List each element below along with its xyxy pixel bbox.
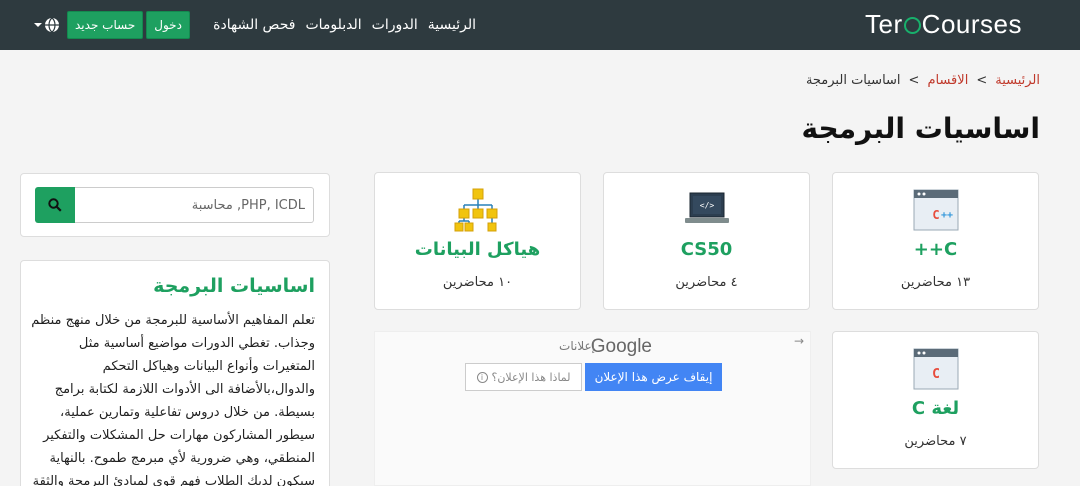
breadcrumb-current: اساسيات البرمجة (805, 73, 901, 88)
ad-panel: → Google إعلانات إيقاف عرض هذا الإعلان ل… (374, 331, 811, 486)
language-menu[interactable] (30, 11, 64, 39)
ad-label: إعلانات (559, 339, 595, 353)
svg-text:C: C (932, 367, 940, 382)
course-name: CS50 (680, 239, 733, 260)
nav-certificate-check[interactable]: فحص الشهادة (213, 17, 295, 33)
nav-home[interactable]: الرئيسية (428, 17, 476, 33)
stop-ad-button[interactable]: إيقاف عرض هذا الإعلان (585, 363, 722, 391)
course-card-cpp[interactable]: C ++ C++ ١٣ محاضرين (832, 172, 1039, 310)
site-logo[interactable]: Ter Courses (865, 9, 1022, 40)
main-nav: الرئيسية الدورات الدبلومات فحص الشهادة (213, 0, 476, 50)
ad-brand: Google (590, 336, 652, 357)
login-button[interactable]: دخول (146, 11, 190, 39)
search-input[interactable] (74, 187, 314, 223)
course-name: C++ (913, 239, 958, 260)
svg-text:</>: </> (699, 201, 714, 210)
svg-text:++: ++ (940, 210, 952, 221)
breadcrumb-home[interactable]: الرئيسية (995, 73, 1040, 88)
course-card-c[interactable]: C لغة C ٧ محاضرين (832, 331, 1039, 469)
register-button[interactable]: حساب جديد (67, 11, 144, 39)
about-text: تعلم المفاهيم الأساسية للبرمجة من خلال م… (31, 313, 315, 486)
logo-circle-icon (903, 17, 921, 34)
auth-area: حساب جديد دخول (30, 11, 190, 39)
breadcrumb-sections[interactable]: الاقسام (927, 73, 968, 88)
search-button[interactable] (35, 187, 75, 223)
svg-text:C: C (932, 208, 939, 222)
course-count: ١٠ محاضرين (442, 275, 513, 290)
laptop-code-icon: </> (684, 192, 729, 223)
course-count: ٧ محاضرين (904, 434, 967, 449)
breadcrumb-separator: > (908, 73, 920, 88)
course-name: لغة C (911, 398, 960, 419)
course-count: ١٣ محاضرين (900, 275, 971, 290)
nav-courses[interactable]: الدورات (372, 17, 418, 33)
globe-icon (45, 17, 59, 33)
data-structure-tree-icon (454, 188, 497, 232)
course-card-data-structures[interactable]: هياكل البيانات ١٠ محاضرين (374, 172, 581, 310)
breadcrumb: الرئيسية > الاقسام > اساسيات البرمجة (806, 73, 1040, 88)
info-icon: i (476, 371, 488, 383)
search-icon (48, 198, 62, 212)
page-title: اساسيات البرمجة (801, 112, 1040, 145)
why-this-ad-button[interactable]: لماذا هذا الإعلان؟ i (465, 363, 582, 391)
top-navbar: Ter Courses الرئيسية الدورات الدبلومات فح… (0, 0, 1080, 50)
chevron-down-icon (34, 23, 42, 27)
search-panel (20, 173, 330, 237)
category-about-panel: اساسيات البرمجة تعلم المفاهيم الأساسية ل… (20, 260, 330, 486)
why-this-ad-label: لماذا هذا الإعلان؟ (491, 370, 571, 384)
course-count: ٤ محاضرين (675, 275, 738, 290)
course-name: هياكل البيانات (414, 239, 541, 260)
nav-diplomas[interactable]: الدبلومات (305, 17, 361, 33)
cpp-code-window-icon: C ++ (913, 189, 958, 231)
about-title: اساسيات البرمجة (153, 275, 315, 297)
ad-arrow-icon[interactable]: → (794, 334, 804, 348)
breadcrumb-separator: > (976, 73, 988, 88)
c-code-window-icon: C (913, 348, 958, 390)
course-card-cs50[interactable]: </> CS50 ٤ محاضرين (603, 172, 810, 310)
